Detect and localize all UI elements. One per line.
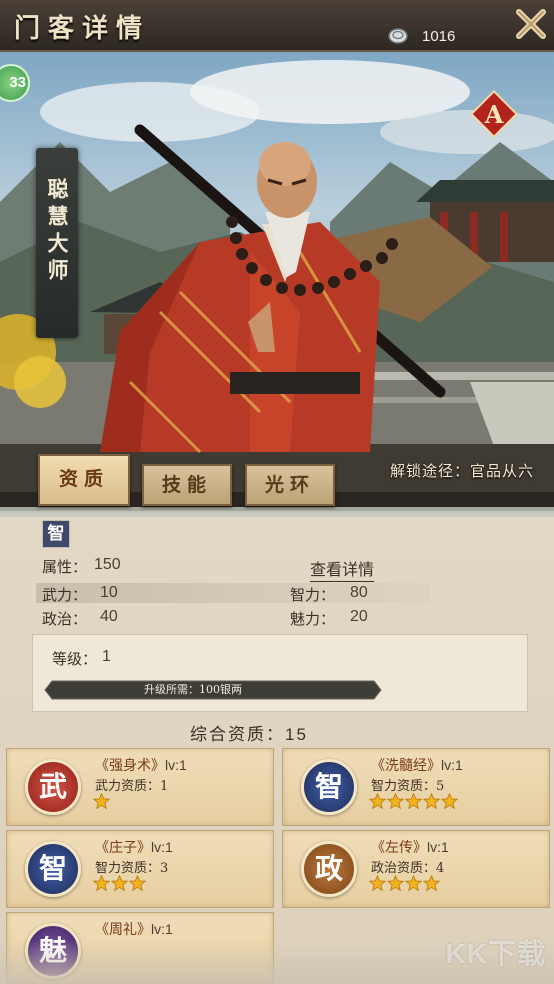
skill-name: 《洗髓经》lv:1 [371,757,463,774]
skill-level: lv:1 [151,839,173,855]
hero-scene: 33 聪慧大师 A 解锁途径：官品从六 [0,52,554,507]
tab-aura[interactable]: 光环 [245,464,335,506]
star-icon [423,875,440,892]
star-icon [111,875,128,892]
watermark: KK下载 [445,938,546,969]
star-icon [441,793,458,810]
skill-stars [93,793,111,811]
star-icon [405,793,422,810]
skill-stat: 政治资质：4 [371,861,445,876]
skill-stat: 智力资质：5 [371,779,445,794]
star-icon [129,875,146,892]
panel-divider [0,507,554,517]
close-icon[interactable] [513,6,549,42]
upgrade-cost: 升级所需：100银两 [144,683,242,696]
star-icon [387,875,404,892]
silver-coin-icon [388,28,408,44]
force-value: 10 [100,584,118,601]
header-bar: 门客详情 [0,0,554,52]
skill-stars [369,875,441,893]
stat-row-bg [36,583,430,603]
politics-value: 40 [100,608,118,625]
hero-name-banner: 聪慧大师 [36,148,78,338]
level-label: 等级： [52,650,98,668]
politics-label: 政治： [42,610,88,628]
level-box [32,634,528,712]
skill-level: lv:1 [165,757,187,773]
skill-emblem-force: 武 [25,759,81,815]
attribute-value: 150 [94,556,121,573]
skill-emblem-politics: 政 [301,841,357,897]
skill-level: lv:1 [441,757,463,773]
force-label: 武力： [42,586,88,604]
skill-name: 《左传》lv:1 [371,839,449,856]
skill-level: lv:1 [427,839,449,855]
hero-name: 聪慧大师 [45,178,70,286]
attribute-label: 属性： [42,558,88,576]
skill-name: 《周礼》lv:1 [95,921,173,938]
tab-skills[interactable]: 技能 [142,464,232,506]
skill-stat: 智力资质：3 [95,861,169,876]
rank-badge: A [469,89,519,139]
skill-stat: 武力资质：1 [95,779,169,794]
skill-stars [369,793,459,811]
charm-label: 魅力： [290,610,336,628]
unlock-method: 解锁途径：官品从六 [389,462,534,480]
star-icon [405,875,422,892]
skill-card[interactable]: 武 《强身术》lv:1 武力资质：1 [6,748,274,826]
currency-value: 1016 [422,28,456,45]
skill-name: 《庄子》lv:1 [95,839,173,856]
overall-aptitude-label: 综合资质： [190,725,285,745]
star-icon [423,793,440,810]
skill-stars [93,875,147,893]
star-icon [369,793,386,810]
skill-name: 《强身术》lv:1 [95,757,187,774]
page-title: 门客详情 [14,14,151,44]
skill-card[interactable]: 智 《庄子》lv:1 智力资质：3 [6,830,274,908]
star-icon [93,793,110,810]
tab-aptitude[interactable]: 资质 [38,454,130,506]
skill-card[interactable]: 智 《洗髓经》lv:1 智力资质：5 [282,748,550,826]
svg-text:A: A [484,100,504,129]
star-icon [369,875,386,892]
skill-emblem-intellect: 智 [25,841,81,897]
skill-card[interactable]: 政 《左传》lv:1 政治资质：4 [282,830,550,908]
star-icon [93,875,110,892]
charm-value: 20 [350,608,368,625]
star-icon [387,793,404,810]
level-value: 1 [102,648,111,665]
intellect-value: 80 [350,584,368,601]
intellect-label: 智力： [290,586,336,604]
intellect-type-icon: 智 [42,520,70,548]
overall-aptitude-value: 15 [285,725,308,744]
skill-emblem-intellect: 智 [301,759,357,815]
view-details-link[interactable]: 查看详情 [310,556,375,582]
skill-level: lv:1 [151,921,173,937]
overall-aptitude: 综合资质：15 [190,720,308,745]
